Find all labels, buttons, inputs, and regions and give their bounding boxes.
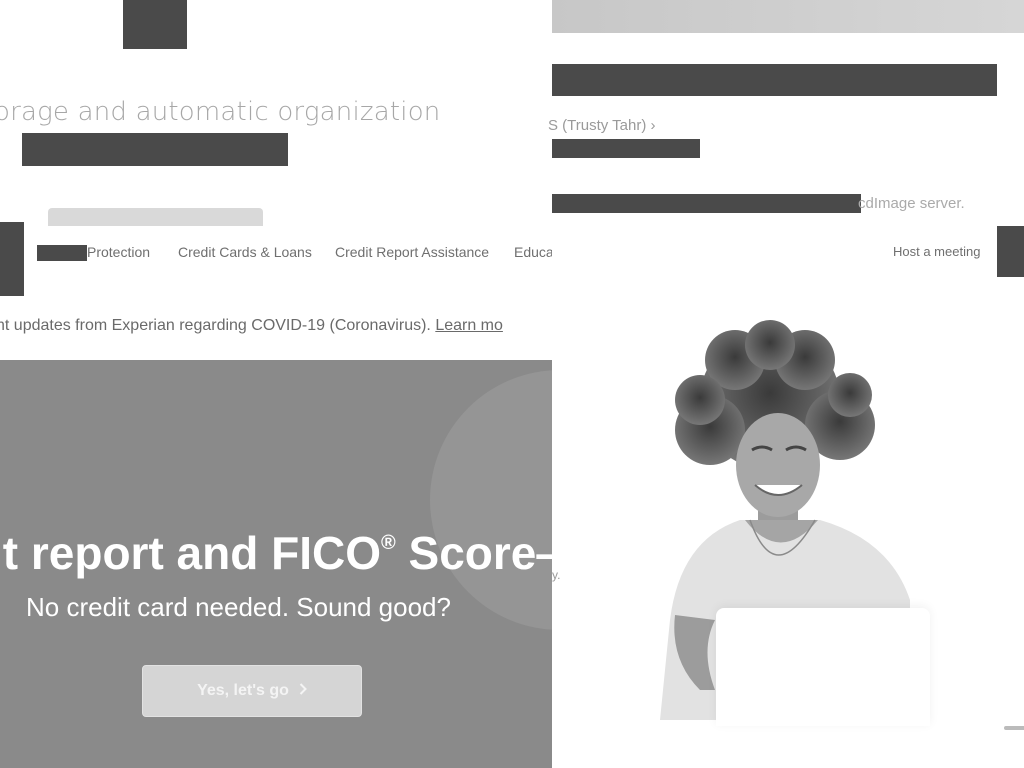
nav-item-education[interactable]: Educa <box>514 244 552 260</box>
release-link[interactable]: S (Trusty Tahr) › <box>548 117 656 134</box>
host-meeting-link[interactable]: Host a meeting <box>893 244 980 259</box>
covid-notice-text: nt updates from Experian regarding COVID… <box>0 317 431 334</box>
cta-label: Yes, let's go <box>197 682 289 699</box>
redacted-block <box>0 222 24 296</box>
covid-notice: nt updates from Experian regarding COVID… <box>0 317 552 335</box>
hero-decoration <box>430 370 552 630</box>
redacted-block <box>552 139 700 158</box>
page-heading: orage and automatic organization <box>0 97 441 127</box>
redacted-block <box>37 245 87 261</box>
redacted-block <box>123 0 187 49</box>
text-fragment: y. <box>552 568 561 582</box>
top-bar <box>552 0 1024 33</box>
learn-more-link[interactable]: Learn mo <box>435 317 503 334</box>
hero-title-suffix: Score— <box>408 527 552 579</box>
hero-title-text: it report and FICO <box>0 527 381 579</box>
nav-item-credit-report-assistance[interactable]: Credit Report Assistance <box>335 244 489 260</box>
redacted-block <box>22 133 288 166</box>
description-text: cdImage server. <box>858 195 965 212</box>
nav-item-credit-cards-loans[interactable]: Credit Cards & Loans <box>178 244 312 260</box>
redacted-block <box>552 194 861 213</box>
redacted-block <box>552 64 997 96</box>
chevron-right-icon <box>299 682 307 700</box>
laptop <box>716 608 930 726</box>
redacted-block <box>997 226 1024 277</box>
hero-title: it report and FICO® Score— <box>0 526 552 580</box>
registered-mark: ® <box>381 532 396 554</box>
hero-banner: it report and FICO® Score— No credit car… <box>0 360 552 768</box>
button-top[interactable] <box>48 208 263 226</box>
nav-item-protection[interactable]: Protection <box>87 244 150 260</box>
hero-subtitle: No credit card needed. Sound good? <box>26 592 451 622</box>
cta-button[interactable]: Yes, let's go <box>142 665 362 717</box>
corner-element <box>1004 726 1024 730</box>
